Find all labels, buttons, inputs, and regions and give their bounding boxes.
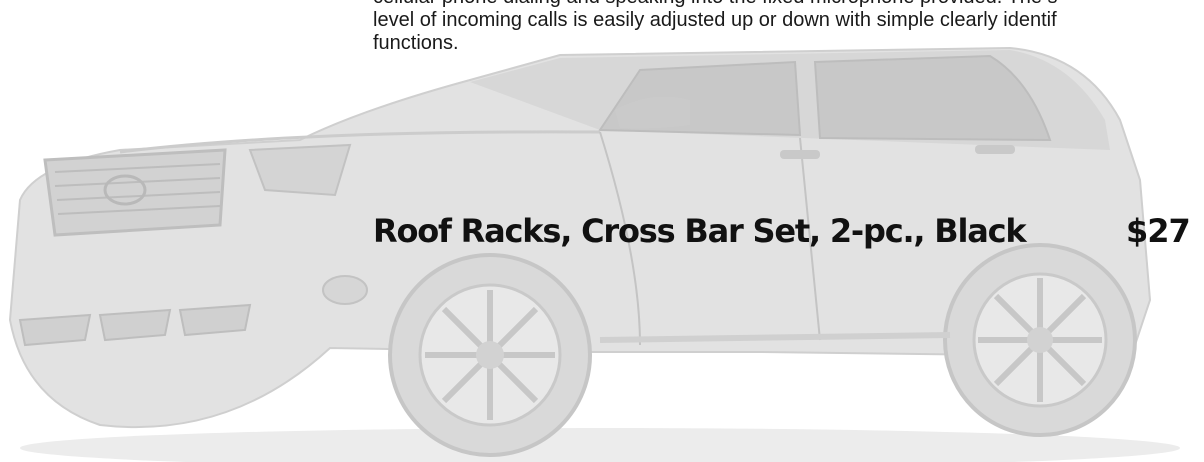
description-line-3: functions. — [373, 32, 459, 54]
product-name: Roof Racks, Cross Bar Set, 2-pc., Black — [373, 212, 1027, 250]
accessory-description: cellular phone dialing and speaking into… — [373, 0, 1204, 55]
description-line-1: cellular phone dialing and speaking into… — [373, 0, 1204, 9]
description-line-2: level of incoming calls is easily adjust… — [373, 9, 1057, 31]
product-price: $27 — [1126, 212, 1191, 250]
brochure-page: cellular phone dialing and speaking into… — [0, 0, 1204, 462]
